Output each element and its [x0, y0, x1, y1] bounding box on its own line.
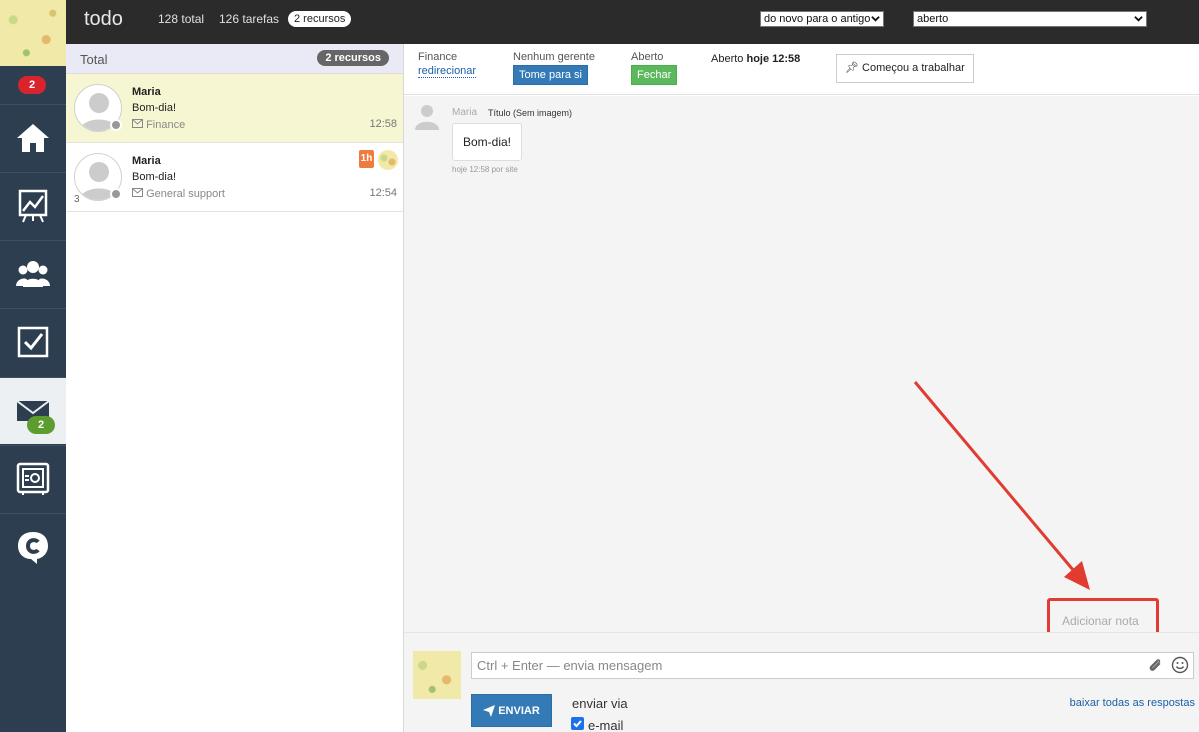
- opened-info: Aberto hoje 12:58: [711, 53, 800, 65]
- envelope-icon: [132, 188, 143, 197]
- offline-status-dot: [110, 119, 122, 131]
- conversation-list: Total 2 recursos Maria Bom-dia! Finance …: [66, 44, 404, 732]
- list-header: Total 2 recursos: [66, 44, 403, 74]
- message-meta: hoje 12:58 por site: [452, 165, 518, 174]
- department-label: Finance: [146, 119, 186, 131]
- notifications-badge[interactable]: 2: [18, 76, 46, 94]
- conversation-name: Maria: [132, 86, 161, 98]
- total-count[interactable]: 128 total: [158, 12, 204, 26]
- conversation-time: 12:58: [369, 118, 397, 130]
- waiting-time-tag: 1h: [359, 150, 374, 168]
- top-bar: todo 128 total 126 tarefas 2 recursos do…: [66, 0, 1199, 44]
- paperclip-icon[interactable]: [1147, 657, 1163, 673]
- send-button-label: ENVIAR: [498, 704, 540, 717]
- chevron-down-icon: [871, 16, 880, 22]
- nav-team[interactable]: [0, 240, 66, 307]
- nav-mail[interactable]: 2: [0, 377, 66, 444]
- conversation-name: Maria: [132, 155, 161, 167]
- left-sidebar: 2 2: [0, 0, 66, 732]
- conversation-department: Finance: [132, 119, 185, 131]
- reply-placeholder: Ctrl + Enter — envia mensagem: [477, 658, 663, 673]
- check-icon: [573, 720, 582, 728]
- nav-tasks[interactable]: [0, 308, 66, 375]
- agent-avatar: [413, 651, 461, 699]
- department-label: General support: [146, 188, 225, 200]
- checkbox-icon: [17, 326, 49, 358]
- message-bubble: Bom-dia!: [452, 123, 523, 161]
- conversation-item[interactable]: 3 Maria Bom-dia! General support 12:54 1…: [66, 143, 403, 212]
- download-all-replies-link[interactable]: baixar todas as respostas: [1070, 697, 1195, 709]
- add-note-link[interactable]: Adicionar nota: [1062, 614, 1139, 628]
- email-checkbox[interactable]: [571, 717, 584, 730]
- envelope-icon: [132, 119, 143, 128]
- nav-chat[interactable]: [0, 513, 66, 580]
- department-name: Finance: [418, 51, 458, 63]
- opened-time: hoje 12:58: [746, 53, 801, 65]
- nav-statistics[interactable]: [0, 172, 66, 239]
- chat-logo-icon: [18, 532, 48, 564]
- conversation-preview: Bom-dia!: [132, 102, 177, 114]
- sort-order-value: do novo para o antigo: [764, 13, 871, 25]
- home-icon: [17, 124, 49, 152]
- pin-icon: 📌︎: [845, 62, 859, 74]
- list-header-pill: 2 recursos: [317, 50, 389, 66]
- company-logo[interactable]: [0, 0, 66, 66]
- conversation-time: 12:54: [369, 187, 397, 199]
- manager-label: Nenhum gerente: [513, 51, 595, 63]
- sort-order-select[interactable]: do novo para o antigo: [760, 11, 884, 27]
- nav-home[interactable]: [0, 104, 66, 171]
- user-placeholder-icon: [415, 105, 439, 130]
- take-conversation-button[interactable]: Tome para si: [513, 65, 588, 85]
- send-icon: [483, 704, 496, 717]
- send-button[interactable]: ENVIAR: [471, 694, 552, 727]
- send-via-label: enviar via: [572, 696, 628, 711]
- chevron-down-icon: [1134, 16, 1143, 22]
- opened-prefix: Aberto: [711, 53, 744, 65]
- annotation-arrow: [913, 381, 1090, 590]
- conversation-item[interactable]: Maria Bom-dia! Finance 12:58: [66, 74, 403, 143]
- start-working-label: Começou a trabalhar: [862, 62, 965, 74]
- reply-composer: Ctrl + Enter — envia mensagem ENVIAR env…: [404, 632, 1199, 732]
- manager-block: Nenhum gerente Tome para si: [513, 51, 595, 85]
- list-header-label: Total: [80, 52, 108, 67]
- status-filter-select[interactable]: aberto: [913, 11, 1147, 27]
- resources-pill[interactable]: 2 recursos: [288, 11, 352, 27]
- messages-area: Maria Título (Sem imagem) Bom-dia! hoje …: [404, 96, 1199, 638]
- close-conversation-button[interactable]: Fechar: [631, 65, 678, 85]
- department-block: Finance redirecionar: [418, 51, 477, 78]
- conversation-department: General support: [132, 188, 225, 200]
- chart-icon: [18, 189, 48, 223]
- message-title: Título (Sem imagem): [488, 108, 573, 118]
- email-checkbox-label: e-mail: [588, 718, 624, 732]
- safe-icon: [16, 462, 50, 495]
- queue-title: todo: [84, 8, 123, 30]
- emoji-icon[interactable]: [1171, 656, 1189, 674]
- status-block: Aberto Fechar: [631, 51, 678, 85]
- status-label: Aberto: [631, 51, 664, 63]
- redirect-link[interactable]: redirecionar: [418, 65, 477, 78]
- offline-status-dot: [110, 188, 122, 200]
- mail-badge: 2: [27, 416, 55, 434]
- nav-safe[interactable]: [0, 445, 66, 512]
- tasks-count[interactable]: 126 tarefas: [219, 12, 279, 26]
- conversation-header: Finance redirecionar Nenhum gerente Tome…: [404, 44, 1199, 95]
- team-icon: [16, 261, 50, 287]
- message-count: 3: [74, 194, 80, 205]
- message-author: Maria: [452, 107, 478, 118]
- reply-textarea[interactable]: Ctrl + Enter — envia mensagem: [471, 652, 1194, 679]
- status-filter-value: aberto: [917, 13, 949, 25]
- assignee-avatar: [378, 150, 398, 170]
- start-working-button[interactable]: 📌︎ Começou a trabalhar: [836, 54, 974, 83]
- conversation-preview: Bom-dia!: [132, 171, 177, 183]
